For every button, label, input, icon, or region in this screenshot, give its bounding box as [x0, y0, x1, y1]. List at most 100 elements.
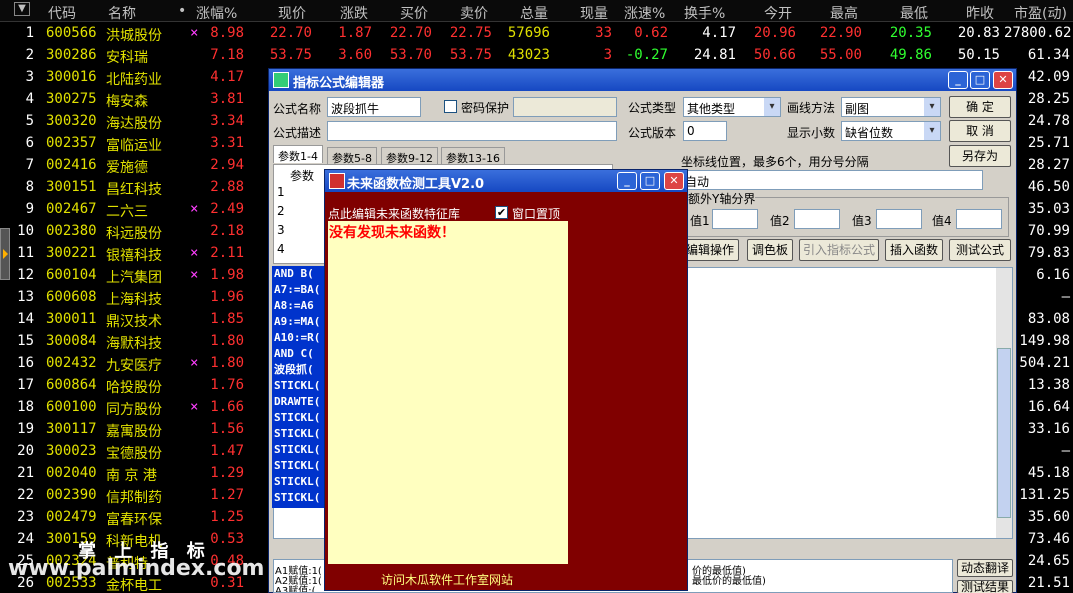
col-price[interactable]: 现价: [278, 3, 306, 23]
ask: 53.75: [449, 47, 492, 63]
row-index: 20: [17, 443, 34, 459]
stock-name: 鼎汉技术: [106, 314, 162, 330]
code-line: STICKL(: [274, 491, 321, 504]
coord-input[interactable]: 自动: [681, 170, 983, 190]
change: 1.87: [338, 25, 372, 41]
palette-button[interactable]: 调色板: [747, 239, 793, 261]
row-index: 3: [25, 69, 34, 85]
stock-name: 昌红科技: [106, 182, 162, 198]
formula-name-input[interactable]: 波段抓牛: [327, 97, 421, 117]
formula-type-select[interactable]: 其他类型: [683, 97, 781, 117]
col-pe[interactable]: 市盈(动): [1014, 3, 1067, 23]
sort-dropdown-icon[interactable]: ▼: [14, 2, 30, 16]
row-index: 5: [25, 113, 34, 129]
code-line: STICKL(: [274, 475, 321, 488]
editor-titlebar[interactable]: 指标公式编辑器 _ □ ✕: [269, 69, 1016, 91]
ontop-checkbox[interactable]: ✔: [495, 206, 508, 219]
stock-name: 海默科技: [106, 336, 162, 352]
col-ask[interactable]: 卖价: [460, 3, 488, 23]
col-code[interactable]: 代码: [48, 3, 76, 23]
password-label: 密码保护: [461, 101, 510, 115]
checker-minimize-icon[interactable]: _: [617, 172, 637, 190]
stock-name: 宝德股份: [106, 446, 162, 462]
password-input[interactable]: [513, 97, 617, 117]
column-header-row: ▼ 代码 名称 • 涨幅% 现价 涨跌 买价 卖价 总量 现量 涨速% 换手% …: [0, 0, 1073, 22]
change-pct: 2.11: [210, 245, 244, 261]
stock-code: 002432: [46, 355, 97, 371]
col-volume[interactable]: 总量: [520, 3, 548, 23]
col-open[interactable]: 今开: [764, 3, 792, 23]
col-turnover[interactable]: 换手%: [684, 3, 725, 23]
change-pct: 1.27: [210, 487, 244, 503]
formula-version-input[interactable]: 0: [683, 121, 727, 141]
col-prev-close[interactable]: 昨收: [966, 3, 994, 23]
edit-feature-link[interactable]: 点此编辑未来函数特征库: [328, 205, 460, 222]
code-line: AND C(: [274, 347, 314, 360]
checker-titlebar[interactable]: 未来函数检测工具V2.0 _ □ ✕: [325, 170, 687, 192]
col-change[interactable]: 涨跌: [340, 3, 368, 23]
val2-input[interactable]: [794, 209, 840, 229]
table-row[interactable]: 1 600566 洪城股份 × 8.98 22.70 1.87 22.70 22.75 57696…: [0, 22, 1073, 44]
scroll-thumb[interactable]: [997, 348, 1011, 518]
col-name[interactable]: 名称: [108, 3, 136, 23]
val1-label: 值1: [690, 214, 710, 228]
col-change-pct[interactable]: 涨幅%: [196, 3, 237, 23]
turnover: 24.81: [693, 47, 736, 63]
open: 20.96: [753, 25, 796, 41]
save-as-button[interactable]: 另存为: [949, 145, 1011, 167]
minimize-icon[interactable]: _: [948, 71, 968, 89]
checker-close-icon[interactable]: ✕: [664, 172, 684, 190]
tab-params-9-12[interactable]: 参数9-12: [381, 147, 438, 165]
test-formula-button[interactable]: 测试公式: [949, 239, 1011, 261]
val4-input[interactable]: [956, 209, 1002, 229]
val4-label: 值4: [932, 214, 952, 228]
code-scrollbar[interactable]: [996, 268, 1012, 538]
tab-params-5-8[interactable]: 参数5-8: [327, 147, 377, 165]
stock-name: 二六三: [106, 204, 148, 220]
stock-name: 洪城股份: [106, 28, 162, 44]
password-checkbox[interactable]: [444, 100, 457, 113]
formula-desc-input[interactable]: [327, 121, 617, 141]
cancel-button[interactable]: 取 消: [949, 120, 1011, 142]
import-formula-button[interactable]: 引入指标公式: [799, 239, 879, 261]
val3-input[interactable]: [876, 209, 922, 229]
open: 50.66: [753, 47, 796, 63]
change-pct: 1.98: [210, 267, 244, 283]
close-icon[interactable]: ✕: [993, 71, 1013, 89]
stock-code: 002357: [46, 135, 97, 151]
col-high[interactable]: 最高: [830, 3, 858, 23]
row-index: 19: [17, 421, 34, 437]
change-pct: 2.18: [210, 223, 244, 239]
val1-input[interactable]: [712, 209, 758, 229]
maximize-icon[interactable]: □: [970, 71, 990, 89]
volume: 43023: [507, 47, 550, 63]
decimal-select[interactable]: 缺省位数: [841, 121, 941, 141]
tab-params-13-16[interactable]: 参数13-16: [441, 147, 505, 165]
edit-ops-button[interactable]: 编辑操作: [681, 239, 739, 261]
col-bid[interactable]: 买价: [400, 3, 428, 23]
param-row-2: 2: [277, 204, 285, 218]
tab-params-1-4[interactable]: 参数1-4: [273, 145, 323, 163]
col-cur-volume[interactable]: 现量: [580, 3, 608, 23]
draw-method-select[interactable]: 副图: [841, 97, 941, 117]
insert-function-button[interactable]: 插入函数: [885, 239, 943, 261]
pe: 27800.62: [1004, 25, 1072, 41]
table-row[interactable]: 2 300286 安科瑞 7.18 53.75 3.60 53.70 53.75 43023 3-…: [0, 44, 1073, 66]
col-speed[interactable]: 涨速%: [624, 3, 665, 23]
row-index: 2: [25, 47, 34, 63]
row-index: 4: [25, 91, 34, 107]
stock-name: 嘉寓股份: [106, 424, 162, 440]
stock-name: 信邦制药: [106, 490, 162, 506]
checker-maximize-icon[interactable]: □: [640, 172, 660, 190]
val3-label: 值3: [852, 214, 872, 228]
test-result-button[interactable]: 测试结果: [957, 580, 1013, 593]
col-low[interactable]: 最低: [900, 3, 928, 23]
stock-name: 上汽集团: [106, 270, 162, 286]
stock-code: 600104: [46, 267, 97, 283]
dynamic-translate-button[interactable]: 动态翻译: [957, 559, 1013, 577]
visit-website-link[interactable]: 访问木瓜软件工作室网站: [381, 571, 513, 588]
side-collapse-handle[interactable]: [0, 228, 10, 280]
change-pct: 1.56: [210, 421, 244, 437]
param-header: 参数: [290, 169, 315, 183]
ok-button[interactable]: 确 定: [949, 96, 1011, 118]
